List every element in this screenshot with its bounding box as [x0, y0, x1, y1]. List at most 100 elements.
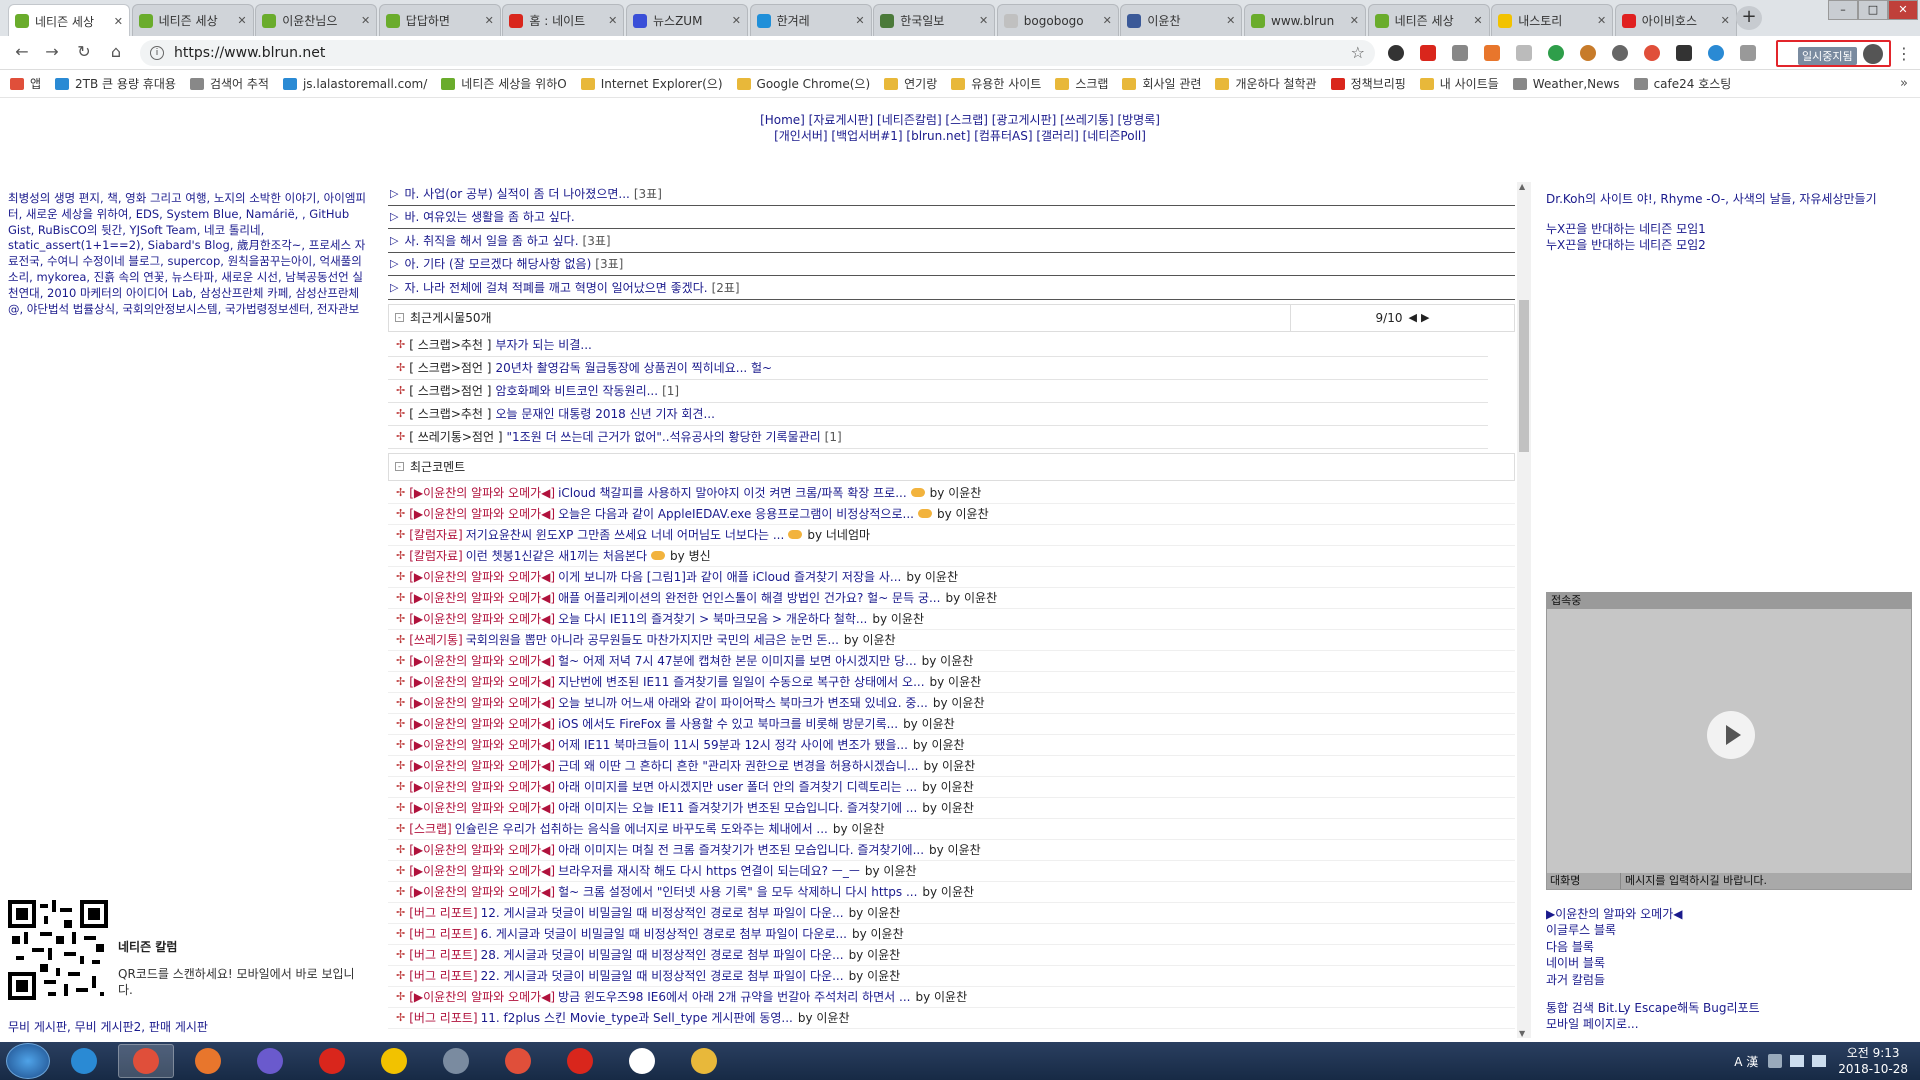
bookmark-item[interactable]: 네티즌 세상을 위하O: [441, 75, 567, 92]
comment-row[interactable]: ✢ [▶이윤찬의 알파와 오메가◀] 아래 이미지는 며칠 전 크롬 즐겨찾기가 변…: [388, 840, 1515, 861]
cookie-icon[interactable]: [1580, 45, 1596, 61]
comment-row[interactable]: ✢ [▶이윤찬의 알파와 오메가◀] 브라우저를 재시작 해도 다시 https 연…: [388, 861, 1515, 882]
comment-category[interactable]: [▶이윤찬의 알파와 오메가◀]: [409, 841, 555, 858]
comment-category[interactable]: [▶이윤찬의 알파와 오메가◀]: [409, 568, 555, 585]
close-tab-icon[interactable]: ✕: [1103, 14, 1112, 27]
taskbar-app[interactable]: [304, 1044, 360, 1078]
comment-text[interactable]: 22. 게시글과 덧글이 비밀글일 때 비정상적인 경로로 첨부 파일이 다운.…: [481, 967, 844, 984]
tab-4[interactable]: 홈 : 네이트 ✕: [502, 4, 625, 36]
evernote-icon[interactable]: [1548, 45, 1564, 61]
comment-row[interactable]: ✢ [▶이윤찬의 알파와 오메가◀] 아래 이미지는 오늘 IE11 즐겨찾기가 변…: [388, 798, 1515, 819]
chat-nickname-field[interactable]: 대화명: [1547, 873, 1621, 889]
comment-text[interactable]: iCloud 책갈피를 사용하지 말아야지 이것 켜면 크롬/파폭 확장 프로.…: [558, 484, 907, 501]
flag-icon[interactable]: [1768, 1054, 1783, 1068]
taskbar-app[interactable]: [366, 1044, 422, 1078]
comment-text[interactable]: 국회의원을 뽑만 아니라 공무원들도 마찬가지지만 국민의 세금은 눈먼 돈..…: [466, 631, 839, 648]
post-title[interactable]: 20년차 촬영감독 월급통장에 상품권이 찍히네요... 헐~: [495, 359, 772, 376]
address-bar[interactable]: i https://www.blrun.net ☆: [140, 40, 1375, 66]
comment-text[interactable]: 이게 보니까 다음 [그림1]과 같이 애플 iCloud 즐겨찾기 저장을 사…: [558, 568, 901, 585]
tab-1[interactable]: 네티즌 세상 ✕: [131, 4, 254, 36]
comment-category[interactable]: [쓰레기통]: [409, 631, 463, 648]
minimize-button[interactable]: –: [1828, 0, 1858, 20]
comment-text[interactable]: 애플 어플리케이션의 완전한 언인스톨이 해결 방법인 건가요? 헐~ 문득 궁…: [558, 589, 940, 606]
comment-text[interactable]: iOS 에서도 FireFox 를 사용할 수 있고 북마크를 비롯해 방문기록…: [558, 715, 898, 732]
tab-11[interactable]: 네티즌 세상 ✕: [1367, 4, 1490, 36]
comment-row[interactable]: ✢ [▶이윤찬의 알파와 오메가◀] iOS 에서도 FireFox 를 사용할 수…: [388, 714, 1515, 735]
comment-text[interactable]: 브라우저를 재시작 해도 다시 https 연결이 되는데요? ㅡ_ㅡ: [558, 862, 860, 879]
comment-row[interactable]: ✢ [버그 리포트] 22. 게시글과 덧글이 비밀글일 때 비정상적인 경로로 첨…: [388, 966, 1515, 987]
bookmark-item[interactable]: cafe24 호스팅: [1633, 75, 1731, 92]
comment-category[interactable]: [▶이윤찬의 알파와 오메가◀]: [409, 652, 555, 669]
comment-category[interactable]: [버그 리포트]: [409, 925, 477, 942]
bookmark-item[interactable]: 개운하다 철학관: [1215, 75, 1317, 92]
post-row[interactable]: ✢[ 스크랩>점언 ] 20년차 촬영감독 월급통장에 상품권이 찍히네요... …: [388, 357, 1488, 380]
post-title[interactable]: 암호화폐와 비트코인 작동원리...: [495, 382, 658, 399]
comment-category[interactable]: [버그 리포트]: [409, 1009, 477, 1026]
bookmark-item[interactable]: 내 사이트들: [1419, 75, 1499, 92]
bookmarks-more-button[interactable]: »: [1900, 76, 1908, 91]
right-link-line3[interactable]: 누X끈을 반대하는 네티즌 모임2: [1546, 237, 1906, 253]
extension-icon[interactable]: [1420, 45, 1436, 61]
close-tab-icon[interactable]: ✕: [1473, 14, 1482, 27]
rss-icon[interactable]: [1484, 45, 1500, 61]
comment-category[interactable]: [▶이윤찬의 알파와 오메가◀]: [409, 715, 555, 732]
tab-2[interactable]: 이윤찬님으 ✕: [255, 4, 378, 36]
topnav-line2[interactable]: [개인서버] [백업서버#1] [blrun.net] [컴퓨터AS] [갤러리…: [0, 128, 1920, 144]
taskbar-app[interactable]: [676, 1044, 732, 1078]
comment-category[interactable]: [칼럼자료]: [409, 547, 463, 564]
left-link-list[interactable]: 최병성의 생명 편지, 책, 영화 그리고 여행, 노지의 소박한 이야기, 아…: [8, 191, 370, 317]
right-link[interactable]: 모바일 페이지로...: [1546, 1016, 1760, 1032]
taskbar-app[interactable]: [428, 1044, 484, 1078]
comment-category[interactable]: [버그 리포트]: [409, 946, 477, 963]
tab-7[interactable]: 한국일보 ✕: [873, 4, 996, 36]
close-tab-icon[interactable]: ✕: [1721, 14, 1730, 27]
comment-row[interactable]: ✢ [▶이윤찬의 알파와 오메가◀] 오늘 다시 IE11의 즐겨찾기 > 북마크모…: [388, 609, 1515, 630]
post-title[interactable]: "1조원 더 쓰는데 근거가 없어"..석유공사의 황당한 기록물관리: [507, 428, 821, 445]
menu-icon[interactable]: ⋮: [1896, 44, 1912, 63]
extension-icon[interactable]: [1516, 45, 1532, 61]
ime-indicator[interactable]: A 漢: [1734, 1053, 1758, 1070]
home-button[interactable]: ⌂: [104, 42, 128, 64]
scroll-down-icon[interactable]: ▼: [1519, 1029, 1525, 1038]
comment-category[interactable]: [▶이윤찬의 알파와 오메가◀]: [409, 757, 555, 774]
right-link[interactable]: ▶이윤찬의 알파와 오메가◀: [1546, 906, 1683, 922]
comment-text[interactable]: 오늘 보니까 어느새 아래와 같이 파이어팍스 북마크가 변조돼 있네요. 중.…: [558, 694, 928, 711]
poll-text[interactable]: 마. 사업(or 공부) 실적이 좀 더 나아졌으면...: [404, 185, 629, 202]
right-link[interactable]: 통합 검색 Bit.Ly Escape해독 Bug리포트: [1546, 1000, 1760, 1016]
post-title[interactable]: 오늘 문재인 대통령 2018 신년 기자 회견...: [495, 405, 714, 422]
close-tab-icon[interactable]: ✕: [1597, 14, 1606, 27]
chat-input-bar[interactable]: 대화명 메시지를 입력하시길 바랍니다.: [1547, 873, 1911, 889]
comment-row[interactable]: ✢ [▶이윤찬의 알파와 오메가◀] 오늘 보니까 어느새 아래와 같이 파이어팍스…: [388, 693, 1515, 714]
comment-category[interactable]: [▶이윤찬의 알파와 오메가◀]: [409, 484, 555, 501]
bookmark-item[interactable]: Internet Explorer(으): [580, 75, 723, 92]
volume-icon[interactable]: [1812, 1055, 1827, 1067]
comment-category[interactable]: [▶이윤찬의 알파와 오메가◀]: [409, 778, 555, 795]
extension-icon[interactable]: [1612, 45, 1628, 61]
comment-category[interactable]: [▶이윤찬의 알파와 오메가◀]: [409, 610, 555, 627]
bookmark-item[interactable]: 스크랩: [1055, 75, 1108, 92]
tab-5[interactable]: 뉴스ZUM ✕: [626, 4, 748, 36]
close-tab-icon[interactable]: ✕: [608, 14, 617, 27]
comment-text[interactable]: 근데 왜 이딴 그 흔하디 흔한 "관리자 권한으로 변경을 허용하시겠습니..…: [558, 757, 918, 774]
bookmark-item[interactable]: 유용한 사이트: [951, 75, 1041, 92]
comment-row[interactable]: ✢ [쓰레기통] 국회의원을 뽑만 아니라 공무원들도 마찬가지지만 국민의 세금은…: [388, 630, 1515, 651]
comment-text[interactable]: 오늘은 다음과 같이 AppleIEDAV.exe 응용프로그램이 비정상적으로…: [558, 505, 914, 522]
tab-9[interactable]: 이윤찬 ✕: [1120, 4, 1243, 36]
right-link[interactable]: 과거 칼럼들: [1546, 972, 1683, 988]
maximize-button[interactable]: □: [1858, 0, 1888, 20]
taskbar-app[interactable]: [242, 1044, 298, 1078]
bookmark-item[interactable]: js.lalastoremall.com/: [282, 75, 427, 92]
scroll-up-icon[interactable]: ▲: [1519, 182, 1525, 191]
tab-6[interactable]: 한겨레 ✕: [749, 4, 872, 36]
scrollbar[interactable]: ▲ ▼: [1517, 182, 1531, 1038]
poll-option[interactable]: ▷ 마. 사업(or 공부) 실적이 좀 더 나아졌으면... [3표]: [388, 182, 1515, 206]
comment-row[interactable]: ✢ [▶이윤찬의 알파와 오메가◀] 지난번에 변조된 IE11 즐겨찾기를 일일이…: [388, 672, 1515, 693]
info-icon[interactable]: i: [150, 46, 164, 60]
close-tab-icon[interactable]: ✕: [1226, 14, 1235, 27]
taskbar-app[interactable]: [614, 1044, 670, 1078]
poll-option[interactable]: ▷ 자. 나라 전체에 걸쳐 적폐를 깨고 혁명이 일어났으면 좋겠다. [2표]: [388, 276, 1515, 300]
comment-text[interactable]: 28. 게시글과 덧글이 비밀글일 때 비정상적인 경로로 첨부 파일이 다운.…: [481, 946, 844, 963]
taskbar-app[interactable]: [552, 1044, 608, 1078]
comment-text[interactable]: 12. 게시글과 덧글이 비밀글일 때 비정상적인 경로로 첨부 파일이 다운.…: [481, 904, 844, 921]
poll-text[interactable]: 자. 나라 전체에 걸쳐 적폐를 깨고 혁명이 일어났으면 좋겠다.: [404, 279, 707, 296]
